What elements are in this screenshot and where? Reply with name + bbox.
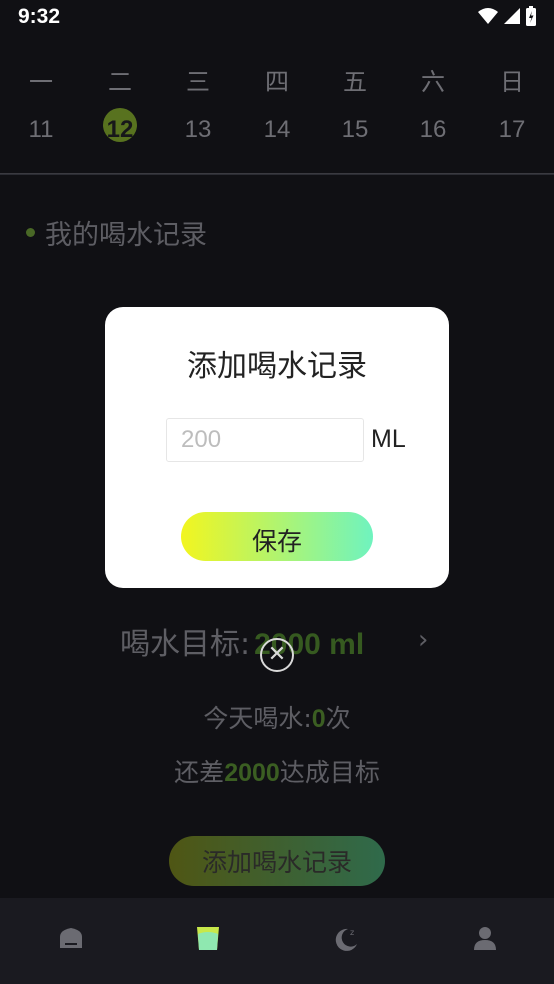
user-icon[interactable]	[471, 924, 499, 952]
today-prefix: 今天喝水:	[203, 704, 312, 733]
week-calendar: 一 二 三 四 五 六 日 11 12 13 14 15 16 17	[0, 34, 554, 174]
section-title-text: 我的喝水记录	[45, 220, 207, 251]
status-bar: 9:32	[0, 0, 554, 34]
day-16[interactable]: 16	[403, 116, 463, 144]
close-icon[interactable]: ✕	[260, 638, 294, 672]
weekday-thu: 四	[265, 68, 289, 96]
today-drink-count: 今天喝水:0次	[0, 699, 554, 735]
remaining-to-goal: 还差2000达成目标	[0, 753, 554, 789]
today-suffix: 次	[325, 704, 351, 733]
status-icons	[478, 6, 536, 26]
bottom-tab-bar: z	[0, 898, 554, 984]
weekday-mon: 一	[29, 68, 53, 96]
dialog-title: 添加喝水记录	[187, 349, 367, 384]
save-button[interactable]: 保存	[181, 512, 373, 561]
weekday-sun: 日	[500, 68, 524, 96]
day-13[interactable]: 13	[168, 116, 228, 144]
day-17[interactable]: 17	[482, 116, 542, 144]
day-11[interactable]: 11	[11, 116, 71, 144]
add-record-button[interactable]: 添加喝水记录	[169, 836, 385, 886]
remain-value: 2000	[224, 759, 280, 787]
goal-label: 喝水目标:	[120, 627, 251, 662]
moon-sleep-icon[interactable]: z	[332, 924, 360, 952]
day-15[interactable]: 15	[325, 116, 385, 144]
add-water-dialog: 添加喝水记录 ML 保存	[105, 307, 449, 588]
section-title: 我的喝水记录	[26, 213, 207, 252]
water-amount-input[interactable]	[166, 418, 364, 462]
weekday-sat: 六	[421, 68, 445, 96]
status-time: 9:32	[18, 5, 61, 28]
battery-icon	[526, 6, 536, 26]
weekday-wed: 三	[186, 68, 210, 96]
svg-text:z: z	[350, 928, 354, 937]
day-12-selected[interactable]: 12	[90, 116, 150, 144]
cup-icon[interactable]	[194, 924, 222, 952]
wifi-icon	[478, 8, 498, 24]
today-count: 0	[311, 705, 326, 733]
goal-row[interactable]: 喝水目标: 2000 ml	[120, 619, 364, 663]
remain-suffix: 达成目标	[279, 758, 380, 787]
remain-prefix: 还差	[174, 758, 225, 787]
weekday-tue: 二	[108, 68, 132, 96]
unit-label: ML	[371, 425, 406, 453]
weekday-fri: 五	[343, 68, 367, 96]
home-icon[interactable]	[57, 924, 85, 952]
day-14[interactable]: 14	[247, 116, 307, 144]
bullet-dot	[26, 228, 35, 237]
chevron-right-icon[interactable]: ›	[418, 625, 428, 655]
signal-icon	[504, 8, 520, 24]
